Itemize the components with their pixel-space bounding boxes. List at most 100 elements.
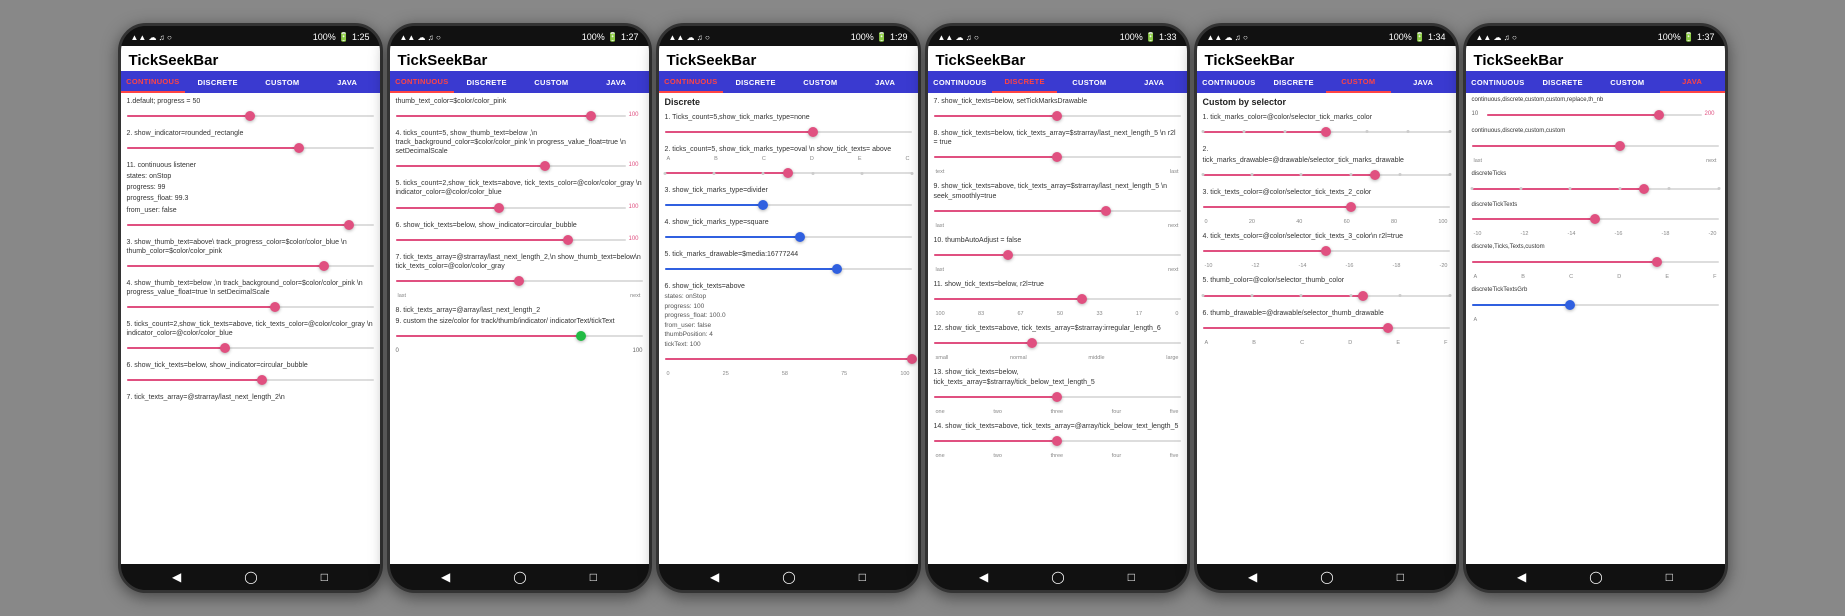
slider-ticks-small[interactable] xyxy=(1203,168,1450,182)
slider[interactable] xyxy=(127,109,374,123)
home-icon[interactable]: ◯ xyxy=(513,570,526,584)
slider-ticks-range[interactable] xyxy=(1472,182,1719,196)
slider-labeled[interactable]: 0255875100 xyxy=(665,352,912,378)
content-text: progress_float: 99.3 xyxy=(127,194,374,203)
home-icon[interactable]: ◯ xyxy=(782,570,795,584)
tab-continuous[interactable]: CONTINUOUS xyxy=(659,71,724,93)
tab-java[interactable]: JAVA xyxy=(853,71,918,93)
tab-java[interactable]: JAVA xyxy=(1660,71,1725,93)
slider-tick-range[interactable]: lastnext xyxy=(1472,139,1719,165)
back-icon[interactable]: ◀ xyxy=(1248,570,1257,584)
slider[interactable]: 100 xyxy=(396,233,643,247)
tab-discrete[interactable]: DISCRETE xyxy=(992,71,1057,93)
content-area: 1.default; progress = 502. show_indicato… xyxy=(121,93,380,564)
slider[interactable]: 100 xyxy=(396,201,643,215)
tab-discrete[interactable]: DISCRETE xyxy=(1261,71,1326,93)
slider[interactable] xyxy=(934,109,1181,123)
tab-custom[interactable]: CUSTOM xyxy=(1057,71,1122,93)
slider[interactable]: 100 xyxy=(396,109,643,123)
slider[interactable] xyxy=(665,125,912,139)
content-text: 7. show_tick_texts=below, setTickMarksDr… xyxy=(934,97,1181,106)
slider-labeled[interactable]: smallnormalmiddlelarge xyxy=(934,336,1181,362)
content-text: 7. tick_texts_array=@strarray/last_next_… xyxy=(396,253,643,271)
slider[interactable] xyxy=(665,230,912,244)
slider-labeled-range[interactable]: A xyxy=(1472,298,1719,324)
home-icon[interactable]: ◯ xyxy=(1051,570,1064,584)
slider-ticks[interactable]: ABCDEC xyxy=(665,156,912,180)
slider-tick-labels[interactable]: textlast xyxy=(934,150,1181,176)
slider-tick-labels[interactable]: lastnext xyxy=(934,248,1181,274)
content-area: thumb_text_color=$color/color_pink 100 4. … xyxy=(390,93,649,564)
back-icon[interactable]: ◀ xyxy=(710,570,719,584)
slider-labeled[interactable]: onetwothreefourfive xyxy=(934,390,1181,416)
back-icon[interactable]: ◀ xyxy=(172,570,181,584)
slider-labeled-range[interactable]: ABCDEF xyxy=(1472,255,1719,281)
recents-icon[interactable]: □ xyxy=(1128,570,1135,584)
slider[interactable] xyxy=(127,341,374,355)
app-title: TickSeekBar xyxy=(928,46,1187,71)
slider-range[interactable]: 10200 xyxy=(1472,108,1719,122)
content-text: thumb_text_color=$color/color_pink xyxy=(396,97,643,106)
tab-continuous[interactable]: CONTINUOUS xyxy=(928,71,993,93)
slider-ticks-small[interactable] xyxy=(1203,125,1450,139)
app-title: TickSeekBar xyxy=(1466,46,1725,71)
content-text: 11. continuous listener xyxy=(127,161,374,170)
phones-container: ▲▲ ☁ ♫ ○100% 🔋 1:25TickSeekBarCONTINUOUS… xyxy=(110,15,1736,601)
slider[interactable] xyxy=(665,262,912,276)
tab-custom[interactable]: CUSTOM xyxy=(1595,71,1660,93)
slider-labeled[interactable]: onetwothreefourfive xyxy=(934,434,1181,460)
content-text: 1. Ticks_count=5,show_tick_marks_type=no… xyxy=(665,113,912,122)
recents-icon[interactable]: □ xyxy=(590,570,597,584)
home-icon[interactable]: ◯ xyxy=(244,570,257,584)
tab-custom[interactable]: CUSTOM xyxy=(519,71,584,93)
tab-discrete[interactable]: DISCRETE xyxy=(723,71,788,93)
content-text: 12. show_tick_texts=above, tick_texts_ar… xyxy=(934,324,1181,333)
slider-tick-labels[interactable]: lastnext xyxy=(396,274,643,300)
tab-java[interactable]: JAVA xyxy=(1391,71,1456,93)
slider[interactable]: 100 xyxy=(396,159,643,173)
recents-icon[interactable]: □ xyxy=(1397,570,1404,584)
tab-continuous[interactable]: CONTINUOUS xyxy=(390,71,455,93)
tab-discrete[interactable]: DISCRETE xyxy=(1530,71,1595,93)
tab-java[interactable]: JAVA xyxy=(584,71,649,93)
tab-continuous[interactable]: CONTINUOUS xyxy=(121,71,186,93)
slider[interactable] xyxy=(127,373,374,387)
recents-icon[interactable]: □ xyxy=(321,570,328,584)
slider[interactable] xyxy=(127,300,374,314)
tab-discrete[interactable]: DISCRETE xyxy=(454,71,519,93)
slider-labeled[interactable]: 020406080100 xyxy=(1203,200,1450,226)
signal-icons: ▲▲ ☁ ♫ ○ xyxy=(400,33,441,42)
tab-custom[interactable]: CUSTOM xyxy=(788,71,853,93)
recents-icon[interactable]: □ xyxy=(1666,570,1673,584)
slider-tick-labels[interactable]: lastnext xyxy=(934,204,1181,230)
content-text: 4. ticks_count=5, show_thumb_text=below … xyxy=(396,129,643,156)
slider[interactable] xyxy=(665,198,912,212)
tab-java[interactable]: JAVA xyxy=(1122,71,1187,93)
tab-java[interactable]: JAVA xyxy=(315,71,380,93)
content-text: 1.default; progress = 50 xyxy=(127,97,374,106)
nav-bar: ◀ ◯ □ xyxy=(390,564,649,590)
slider-labeled[interactable]: ABCDEF xyxy=(1203,321,1450,347)
slider-green[interactable]: 0100 xyxy=(396,329,643,356)
back-icon[interactable]: ◀ xyxy=(979,570,988,584)
slider-ticks-small[interactable] xyxy=(1203,289,1450,303)
tab-continuous[interactable]: CONTINUOUS xyxy=(1197,71,1262,93)
slider-labeled[interactable]: 10083675033170 xyxy=(934,292,1181,318)
slider[interactable] xyxy=(127,218,374,232)
tab-custom[interactable]: CUSTOM xyxy=(1326,71,1391,93)
content-text: 2. xyxy=(1203,145,1450,154)
slider-labeled-range[interactable]: -10-12-14-16-18-20 xyxy=(1472,212,1719,238)
slider[interactable] xyxy=(127,259,374,273)
tab-continuous[interactable]: CONTINUOUS xyxy=(1466,71,1531,93)
recents-icon[interactable]: □ xyxy=(859,570,866,584)
back-icon[interactable]: ◀ xyxy=(1517,570,1526,584)
slider[interactable] xyxy=(127,141,374,155)
home-icon[interactable]: ◯ xyxy=(1320,570,1333,584)
tab-discrete[interactable]: DISCRETE xyxy=(185,71,250,93)
tab-custom[interactable]: CUSTOM xyxy=(250,71,315,93)
status-bar: ▲▲ ☁ ♫ ○100% 🔋 1:37 xyxy=(1466,26,1725,46)
content-text: 5. ticks_count=2,show_tick_texts=above, … xyxy=(127,320,374,338)
home-icon[interactable]: ◯ xyxy=(1589,570,1602,584)
back-icon[interactable]: ◀ xyxy=(441,570,450,584)
slider-labeled[interactable]: -10-12-14-16-18-20 xyxy=(1203,244,1450,270)
